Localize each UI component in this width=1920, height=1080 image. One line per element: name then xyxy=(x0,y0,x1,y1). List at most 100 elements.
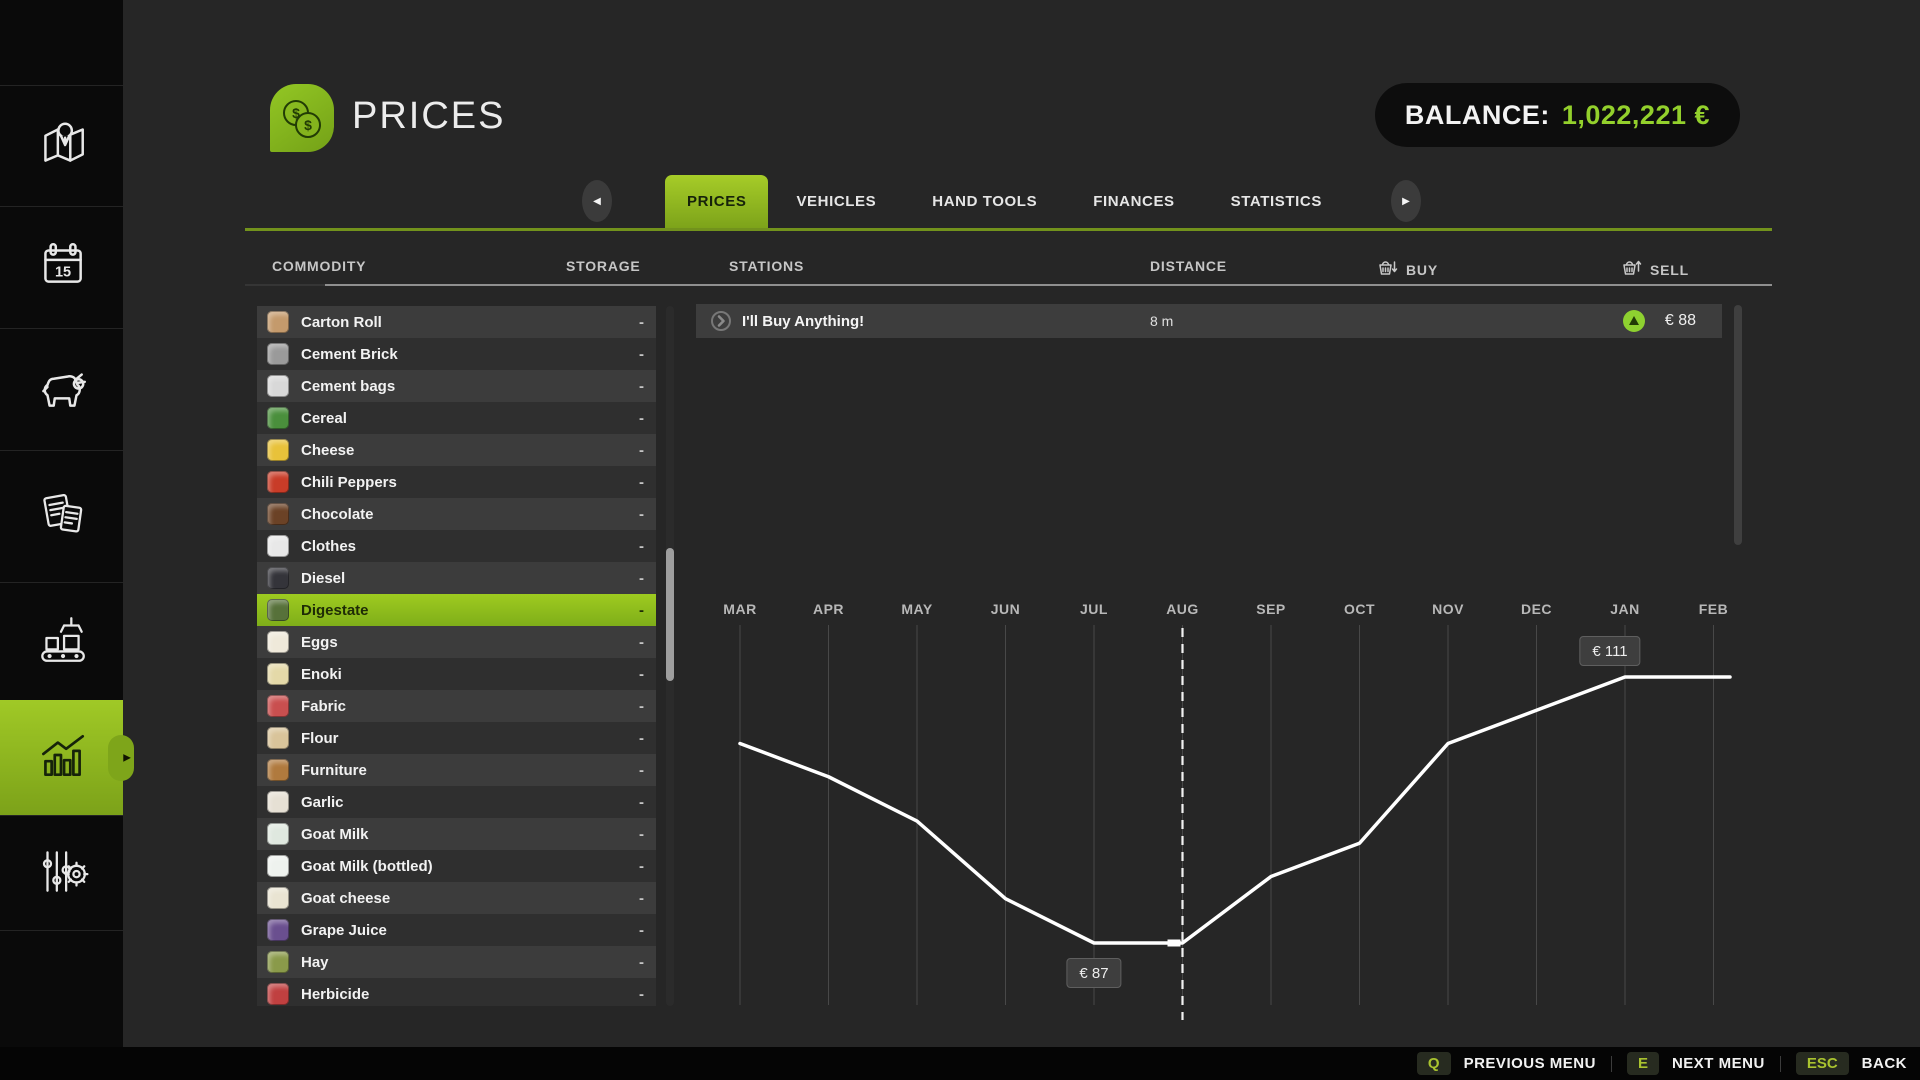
tabs-prev-arrow[interactable]: ◀ xyxy=(582,180,612,222)
commodity-row-chili-peppers[interactable]: Chili Peppers - xyxy=(257,466,656,498)
sidebar-item-map[interactable] xyxy=(0,85,123,206)
commodity-row-fabric[interactable]: Fabric- xyxy=(257,690,656,722)
garlic-icon xyxy=(267,791,289,813)
commodity-row-goat-milk[interactable]: Goat Milk- xyxy=(257,818,656,850)
hint-label: NEXT MENU xyxy=(1672,1055,1765,1072)
tab-statistics[interactable]: STATISTICS xyxy=(1203,193,1350,210)
svg-text:15: 15 xyxy=(54,264,70,280)
commodity-row-goat-cheese[interactable]: Goat cheese- xyxy=(257,882,656,914)
commodity-row-eggs[interactable]: Eggs- xyxy=(257,626,656,658)
sidebar-item-contracts[interactable] xyxy=(0,450,123,582)
buy-basket-icon xyxy=(1378,258,1398,281)
hint-back[interactable]: ESC BACK xyxy=(1796,1052,1907,1075)
commodity-storage-value: - xyxy=(639,538,644,555)
active-menu-arrow-icon: ▶ xyxy=(123,752,131,763)
commodity-row-cereal[interactable]: Cereal- xyxy=(257,402,656,434)
sidebar-item-statistics[interactable]: ▶ xyxy=(0,700,123,815)
sidebar-item-production[interactable] xyxy=(0,582,123,700)
commodity-label: Enoki xyxy=(301,666,342,683)
settings-icon xyxy=(33,842,91,905)
chili-peppers-icon xyxy=(267,471,289,493)
commodity-row-goat-milk-bottled[interactable]: Goat Milk (bottled)- xyxy=(257,850,656,882)
commodity-storage-value: - xyxy=(639,730,644,747)
tab-finances[interactable]: FINANCES xyxy=(1065,193,1202,210)
commodity-label: Hay xyxy=(301,954,329,971)
commodity-list: Carton Roll - Cement Brick-Cement bags-Cer… xyxy=(257,306,656,1006)
commodity-scrollbar-thumb[interactable] xyxy=(666,548,674,681)
commodity-row-diesel[interactable]: Diesel- xyxy=(257,562,656,594)
commodity-row-chocolate[interactable]: Chocolate- xyxy=(257,498,656,530)
sidebar-item-settings[interactable] xyxy=(0,815,123,930)
sell-label: SELL xyxy=(1650,262,1689,278)
furniture-icon xyxy=(267,759,289,781)
cow-icon xyxy=(33,358,91,421)
key-badge-esc: ESC xyxy=(1796,1052,1849,1075)
tab-vehicles[interactable]: VEHICLES xyxy=(768,193,904,210)
sidebar-divider xyxy=(0,930,123,931)
commodity-scrollbar[interactable] xyxy=(666,306,674,1006)
commodity-storage-value: - xyxy=(639,826,644,843)
commodity-row-carton-roll[interactable]: Carton Roll - xyxy=(257,306,656,338)
cement-bags-icon xyxy=(267,375,289,397)
prices-page-icon: $ $ xyxy=(270,84,334,152)
sidebar-item-calendar[interactable]: 15 xyxy=(0,206,123,328)
goat-cheese-icon xyxy=(267,887,289,909)
commodity-storage-value: - xyxy=(639,890,644,907)
commodity-storage-value: - xyxy=(639,474,644,491)
station-name: I'll Buy Anything! xyxy=(742,313,864,330)
carton-roll-icon xyxy=(267,311,289,333)
commodity-row-enoki[interactable]: Enoki - xyxy=(257,658,656,690)
current-price-marker xyxy=(1168,940,1181,947)
contracts-icon xyxy=(33,485,91,548)
tab-prices[interactable]: PRICES xyxy=(665,175,768,228)
commodity-row-hay[interactable]: Hay- xyxy=(257,946,656,978)
hint-previous-menu[interactable]: Q PREVIOUS MENU xyxy=(1417,1052,1596,1075)
column-header-storage: STORAGE xyxy=(566,258,641,274)
commodity-storage-value: - xyxy=(639,506,644,523)
cheese-icon xyxy=(267,439,289,461)
commodity-label: Furniture xyxy=(301,762,367,779)
price-tag-111: € 111 xyxy=(1579,636,1640,666)
commodity-row-grape-juice[interactable]: Grape Juice- xyxy=(257,914,656,946)
commodity-row-garlic[interactable]: Garlic- xyxy=(257,786,656,818)
commodity-row-flour[interactable]: Flour - xyxy=(257,722,656,754)
statistics-icon xyxy=(33,726,91,789)
column-header-sell: SELL xyxy=(1622,258,1689,281)
tabs-next-arrow[interactable]: ▶ xyxy=(1391,180,1421,222)
fabric-icon xyxy=(267,695,289,717)
hint-separator xyxy=(1611,1056,1612,1072)
hint-next-menu[interactable]: E NEXT MENU xyxy=(1627,1052,1765,1075)
commodity-label: Chili Peppers xyxy=(301,474,397,491)
commodity-storage-value: - xyxy=(639,634,644,651)
price-line xyxy=(740,677,1730,943)
commodity-label: Cheese xyxy=(301,442,354,459)
commodity-row-furniture[interactable]: Furniture- xyxy=(257,754,656,786)
flour-icon xyxy=(267,727,289,749)
commodity-label: Flour xyxy=(301,730,339,747)
cement-brick-icon xyxy=(267,343,289,365)
commodity-row-cheese[interactable]: Cheese- xyxy=(257,434,656,466)
diesel-icon xyxy=(267,567,289,589)
column-header-buy: BUY xyxy=(1378,258,1438,281)
commodity-storage-value: - xyxy=(639,922,644,939)
hint-label: BACK xyxy=(1862,1055,1907,1072)
commodity-row-herbicide[interactable]: Herbicide- xyxy=(257,978,656,1006)
commodity-row-cement-bags[interactable]: Cement bags- xyxy=(257,370,656,402)
station-distance: 8 m xyxy=(1150,313,1173,329)
commodity-storage-value: - xyxy=(639,314,644,331)
key-badge-q: Q xyxy=(1417,1052,1451,1075)
sidebar: 15 xyxy=(0,0,123,1048)
commodity-label: Carton Roll xyxy=(301,314,382,331)
commodity-storage-value: - xyxy=(639,666,644,683)
sidebar-item-animals[interactable] xyxy=(0,328,123,450)
station-row[interactable]: I'll Buy Anything! 8 m € 88 xyxy=(696,304,1722,338)
key-badge-e: E xyxy=(1627,1052,1659,1075)
commodity-row-clothes[interactable]: Clothes- xyxy=(257,530,656,562)
stations-scrollbar[interactable] xyxy=(1734,305,1742,545)
commodity-row-digestate[interactable]: Digestate- xyxy=(257,594,656,626)
commodity-row-cement-brick[interactable]: Cement Brick- xyxy=(257,338,656,370)
commodity-storage-value: - xyxy=(639,794,644,811)
hint-label: PREVIOUS MENU xyxy=(1464,1055,1596,1072)
hay-icon xyxy=(267,951,289,973)
tab-hand-tools[interactable]: HAND TOOLS xyxy=(904,193,1065,210)
